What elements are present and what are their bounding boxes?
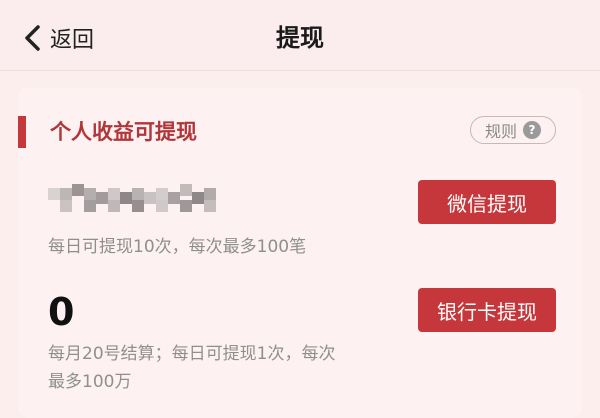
wechat-withdraw-button[interactable]: 微信提现 bbox=[418, 180, 556, 224]
bank-card-withdraw-button[interactable]: 银行卡提现 bbox=[418, 288, 556, 332]
help-icon: ? bbox=[523, 121, 541, 139]
top-bar: 返回 提现 bbox=[0, 0, 600, 71]
withdraw-card: 个人收益可提现 规则 ? 每日可提现10次，每次最多100笔 微信提现 0 每月… bbox=[18, 88, 582, 418]
page-title: 提现 bbox=[276, 24, 324, 52]
rules-button[interactable]: 规则 ? bbox=[470, 116, 556, 144]
wechat-amount-masked bbox=[48, 180, 218, 220]
wechat-limit-text: 每日可提现10次，每次最多100笔 bbox=[48, 237, 307, 257]
section-title: 个人收益可提现 bbox=[50, 120, 197, 144]
bank-limit-text: 每月20号结算；每日可提现1次，每次最多100万 bbox=[48, 344, 336, 392]
rules-label: 规则 bbox=[484, 122, 517, 141]
section-accent-bar bbox=[18, 116, 26, 148]
bank-amount: 0 bbox=[48, 290, 75, 334]
